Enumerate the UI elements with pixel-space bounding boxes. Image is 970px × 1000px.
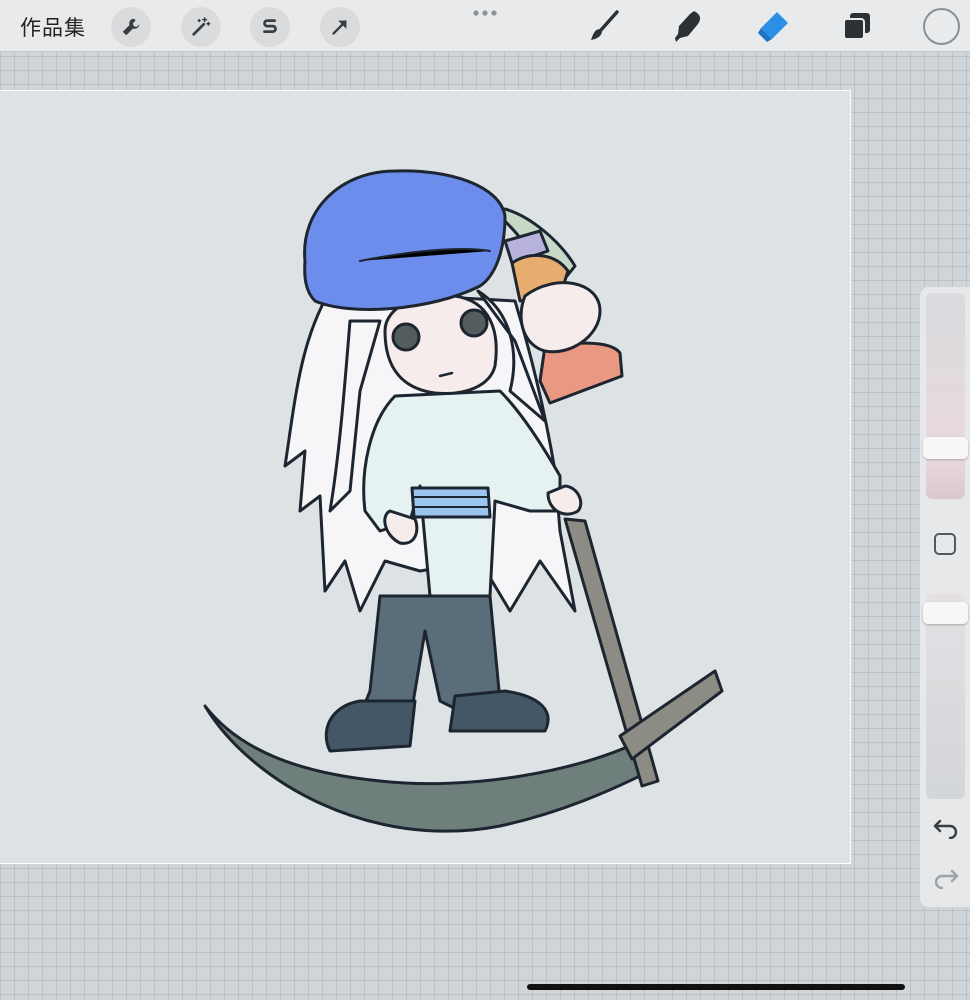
actions-button[interactable] [111, 7, 151, 47]
eraser-icon[interactable] [755, 8, 791, 44]
layers-icon[interactable] [839, 8, 875, 44]
color-picker-button[interactable] [923, 8, 960, 45]
top-toolbar: 作品集 [0, 0, 970, 52]
home-indicator [527, 984, 905, 990]
undo-icon[interactable] [932, 815, 960, 839]
brush-sidebar [919, 286, 970, 908]
wrench-icon [122, 18, 140, 36]
paintbrush-icon[interactable] [587, 8, 623, 44]
opacity-thumb[interactable] [923, 602, 968, 625]
brush-size-thumb[interactable] [923, 436, 968, 459]
magic-wand-icon [192, 17, 211, 36]
brush-size-slider[interactable] [926, 293, 965, 499]
ellipsis-icon[interactable] [470, 4, 500, 18]
smudge-icon[interactable] [670, 8, 706, 44]
arrow-icon [332, 20, 347, 35]
chibi-reaper-illustration [203, 169, 724, 833]
adjustments-button[interactable] [181, 7, 221, 47]
transform-button[interactable] [320, 7, 360, 47]
drawing-canvas[interactable] [0, 90, 851, 864]
redo-icon[interactable] [932, 865, 960, 889]
square-icon[interactable] [934, 533, 956, 555]
selection-s-icon [263, 19, 277, 33]
selection-button[interactable] [250, 7, 290, 47]
gallery-button[interactable]: 作品集 [20, 12, 86, 42]
